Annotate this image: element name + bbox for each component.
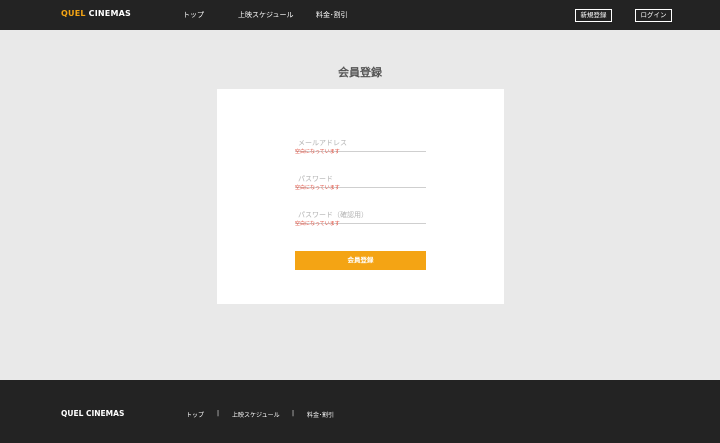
nav-schedule[interactable]: 上映スケジュール [238,10,294,20]
signup-button[interactable]: 新規登録 [575,9,612,22]
register-button[interactable]: 会員登録 [295,251,426,270]
footer-separator: | [217,410,220,417]
nav-top[interactable]: トップ [183,10,204,20]
password-error: 空白になっています [295,185,340,191]
footer-separator: | [292,410,295,417]
password-confirm-error: 空白になっています [295,221,340,227]
logo-rest: CINEMAS [85,9,131,18]
footer-link-top[interactable]: トップ [186,410,204,419]
site-header: QUEL CINEMAS トップ 上映スケジュール 料金･割引 新規登録 ログイ… [0,0,720,30]
footer-link-pricing[interactable]: 料金･割引 [307,410,334,419]
site-footer: QUEL CINEMAS トップ | 上映スケジュール | 料金･割引 [0,380,720,443]
email-field-group: 空白になっています [295,130,426,155]
logo-accent: QUEL [61,9,86,18]
password-confirm-field-group: 空白になっています [295,202,426,227]
footer-logo[interactable]: QUEL CINEMAS [61,409,124,418]
password-field-group: 空白になっています [295,166,426,191]
page-title: 会員登録 [338,66,382,79]
email-error: 空白になっています [295,149,340,155]
nav-pricing[interactable]: 料金･割引 [316,10,348,20]
site-logo[interactable]: QUEL CINEMAS [61,9,131,18]
signup-form: 空白になっています 空白になっています 空白になっています 会員登録 [217,89,504,304]
footer-link-schedule[interactable]: 上映スケジュール [232,410,280,419]
login-button[interactable]: ログイン [635,9,672,22]
